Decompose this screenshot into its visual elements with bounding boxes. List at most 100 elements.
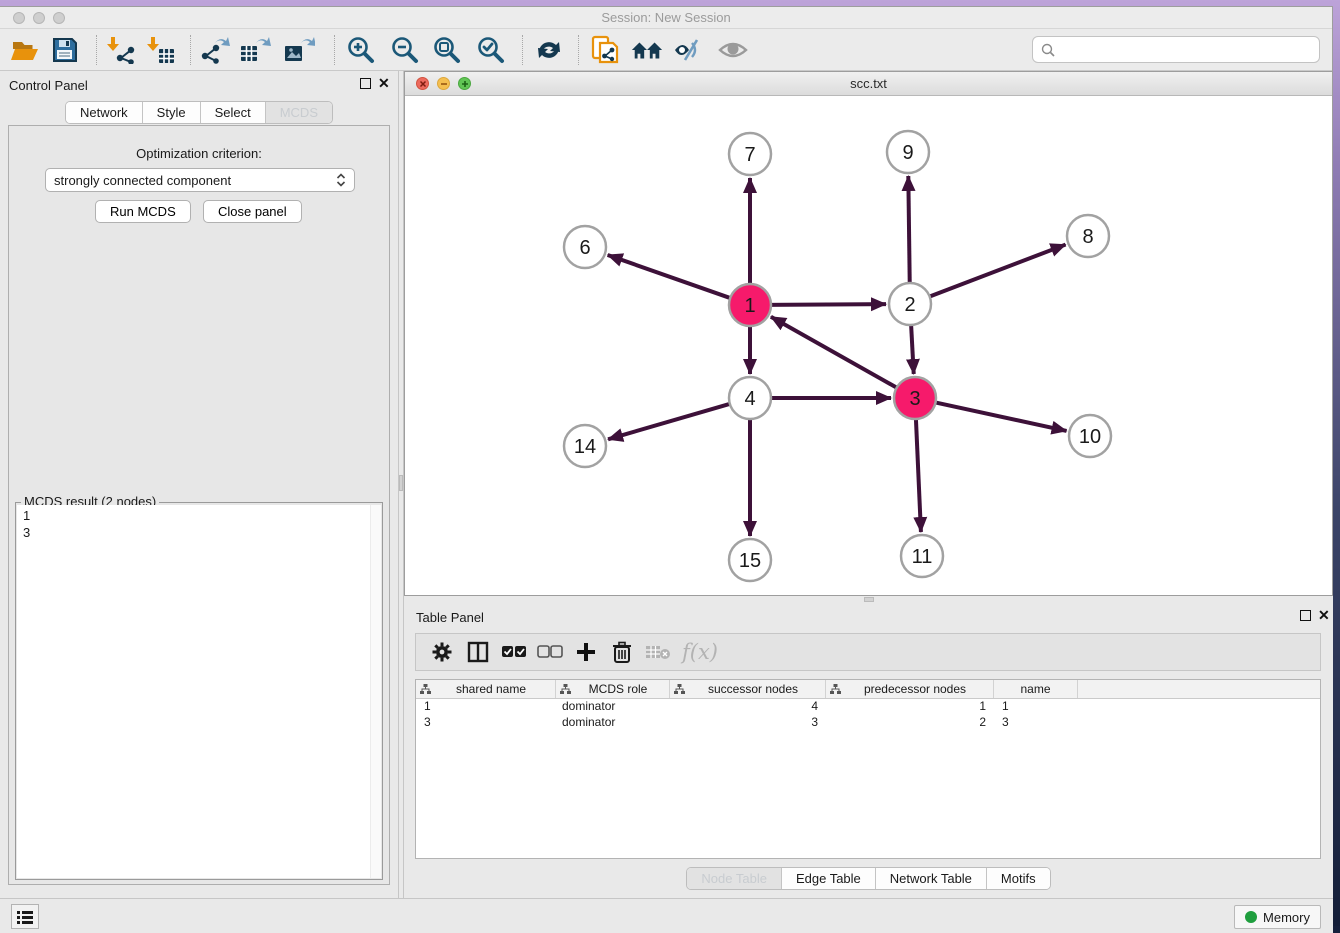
memory-button[interactable]: Memory	[1234, 905, 1321, 929]
column-type-icon	[560, 684, 571, 695]
table-row[interactable]: 3 dominator 3 2 3	[416, 715, 1320, 731]
graph-edge-4-14[interactable]	[608, 403, 732, 439]
splitter-grip[interactable]	[864, 597, 874, 602]
network-canvas[interactable]: 7968124314101511	[405, 96, 1332, 595]
memory-label: Memory	[1263, 910, 1310, 925]
column-header-mcds-role[interactable]: MCDS role	[556, 680, 670, 698]
zoom-fit-icon[interactable]	[430, 33, 464, 67]
open-file-icon[interactable]	[8, 33, 42, 67]
task-list-icon	[17, 910, 33, 924]
cell-mcds-role[interactable]: dominator	[556, 715, 670, 731]
float-panel-icon[interactable]	[360, 78, 371, 89]
table-header-row: shared name MCDS role successor nodes pr…	[416, 680, 1320, 699]
select-stepper-icon	[336, 172, 346, 188]
hide-selected-eye-icon[interactable]	[672, 33, 706, 67]
cell-predecessor-nodes[interactable]: 2	[826, 715, 994, 731]
save-session-icon[interactable]	[48, 33, 82, 67]
graph-node-label: 10	[1079, 426, 1101, 448]
zoom-out-icon[interactable]	[388, 33, 422, 67]
optimization-criterion-label: Optimization criterion:	[9, 146, 389, 161]
graph-node-label: 11	[912, 546, 933, 568]
graph-edge-1-2[interactable]	[769, 304, 886, 305]
tab-mcds[interactable]: MCDS	[266, 102, 332, 123]
tab-node-table[interactable]: Node Table	[687, 868, 782, 889]
tab-select[interactable]: Select	[201, 102, 266, 123]
mcds-result-text[interactable]: 1 3	[17, 505, 381, 878]
toolbar-separator	[578, 35, 579, 65]
tab-edge-table[interactable]: Edge Table	[782, 868, 876, 889]
node-table: shared name MCDS role successor nodes pr…	[415, 679, 1321, 859]
graph-node-label: 15	[739, 550, 761, 572]
run-mcds-button[interactable]: Run MCDS	[95, 200, 191, 223]
first-neighbors-icon[interactable]	[630, 33, 664, 67]
table-options-gear-icon[interactable]	[424, 637, 460, 667]
control-panel-title: Control Panel	[9, 78, 88, 93]
cell-predecessor-nodes[interactable]: 1	[826, 699, 994, 715]
horizontal-splitter[interactable]	[404, 596, 1333, 603]
graph-node-label: 14	[574, 436, 596, 458]
graph-edge-2-3[interactable]	[911, 323, 914, 374]
graph-edge-1-6[interactable]	[608, 255, 732, 299]
create-column-plus-icon[interactable]	[568, 637, 604, 667]
delete-columns-trash-icon[interactable]	[604, 637, 640, 667]
deselect-all-rows-icon[interactable]	[532, 637, 568, 667]
mcds-result-scrollbar[interactable]	[370, 505, 381, 878]
toolbar-separator	[522, 35, 523, 65]
float-panel-icon[interactable]	[1300, 610, 1311, 621]
cell-shared-name[interactable]: 1	[416, 699, 556, 715]
delete-table-icon[interactable]	[640, 637, 676, 667]
search-input[interactable]	[1060, 42, 1319, 57]
close-panel-button[interactable]: Close panel	[203, 200, 302, 223]
cell-name[interactable]: 3	[994, 715, 1078, 731]
export-image-icon[interactable]	[282, 33, 316, 67]
table-row[interactable]: 1 dominator 4 1 1	[416, 699, 1320, 715]
column-header-shared-name[interactable]: shared name	[416, 680, 556, 698]
graph-node-label: 1	[744, 295, 755, 317]
select-all-rows-icon[interactable]	[496, 637, 532, 667]
tab-network[interactable]: Network	[66, 102, 143, 123]
close-panel-icon[interactable]: ✕	[378, 75, 390, 92]
cell-name[interactable]: 1	[994, 699, 1078, 715]
graph-edge-2-8[interactable]	[928, 245, 1066, 298]
tab-network-table[interactable]: Network Table	[876, 868, 987, 889]
network-view-title: scc.txt	[405, 76, 1332, 91]
export-network-icon[interactable]	[198, 33, 232, 67]
import-table-icon[interactable]	[144, 33, 178, 67]
zoom-selected-icon[interactable]	[474, 33, 508, 67]
cell-shared-name[interactable]: 3	[416, 715, 556, 731]
export-table-icon[interactable]	[238, 33, 272, 67]
optimization-criterion-select[interactable]: strongly connected component	[45, 168, 355, 192]
column-type-icon	[674, 684, 685, 695]
column-selector-icon[interactable]	[460, 637, 496, 667]
cell-successor-nodes[interactable]: 3	[670, 715, 826, 731]
graph-edge-3-10[interactable]	[934, 402, 1067, 431]
selected-criterion: strongly connected component	[54, 173, 336, 188]
import-network-icon[interactable]	[104, 33, 138, 67]
apply-layout-icon[interactable]	[532, 33, 566, 67]
app-window: Session: New Session	[0, 6, 1333, 926]
close-panel-icon[interactable]: ✕	[1318, 607, 1330, 624]
column-type-icon	[830, 684, 841, 695]
table-panel-title: Table Panel	[416, 610, 484, 625]
clone-network-icon[interactable]	[588, 33, 622, 67]
function-builder-icon[interactable]: f(x)	[676, 637, 724, 667]
graph-node-label: 3	[909, 388, 920, 410]
column-header-successor-nodes[interactable]: successor nodes	[670, 680, 826, 698]
splitter-grip[interactable]	[399, 475, 403, 491]
graph-edge-3-1[interactable]	[771, 317, 899, 389]
graph-edge-3-11[interactable]	[916, 417, 921, 532]
tab-style[interactable]: Style	[143, 102, 201, 123]
cell-successor-nodes[interactable]: 4	[670, 699, 826, 715]
window-title: Session: New Session	[0, 10, 1332, 25]
show-all-eye-icon[interactable]	[716, 33, 750, 67]
tab-motifs[interactable]: Motifs	[987, 868, 1050, 889]
graph-edge-2-9[interactable]	[908, 176, 909, 285]
column-header-predecessor-nodes[interactable]: predecessor nodes	[826, 680, 994, 698]
zoom-in-icon[interactable]	[344, 33, 378, 67]
network-view-titlebar[interactable]: scc.txt	[405, 72, 1332, 96]
graph-node-label: 6	[579, 237, 590, 259]
graph-node-label: 9	[902, 142, 913, 164]
column-header-name[interactable]: name	[994, 680, 1078, 698]
task-history-button[interactable]	[11, 904, 39, 929]
cell-mcds-role[interactable]: dominator	[556, 699, 670, 715]
